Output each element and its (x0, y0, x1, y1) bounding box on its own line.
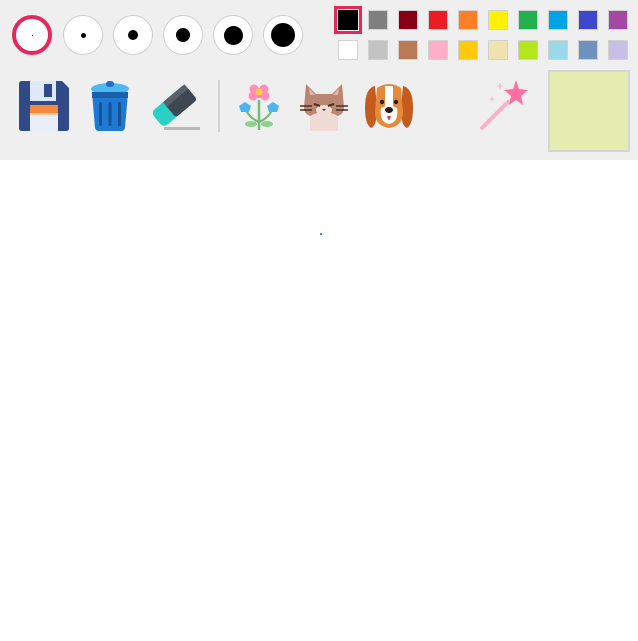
color-swatch[interactable] (548, 10, 568, 30)
cat-icon[interactable] (296, 78, 352, 134)
color-swatch[interactable] (578, 10, 598, 30)
color-swatch[interactable] (334, 6, 362, 34)
brush-dot (223, 25, 243, 45)
brush-dot (128, 30, 138, 40)
color-swatch[interactable] (338, 40, 358, 60)
brush-dot (271, 23, 295, 47)
brush-size-5[interactable] (213, 15, 253, 55)
brush-dot (31, 34, 33, 36)
magic-wand-icon[interactable] (474, 76, 530, 132)
paint-app (0, 0, 638, 641)
eraser-icon[interactable] (146, 78, 202, 134)
color-swatch[interactable] (608, 10, 628, 30)
color-swatch[interactable] (488, 10, 508, 30)
color-swatch[interactable] (398, 40, 418, 60)
color-swatch[interactable] (458, 40, 478, 60)
color-swatch[interactable] (578, 40, 598, 60)
brush-dot (80, 32, 86, 38)
trash-icon[interactable] (82, 78, 138, 134)
brush-size-4[interactable] (163, 15, 203, 55)
color-swatch[interactable] (458, 10, 478, 30)
color-swatch[interactable] (368, 40, 388, 60)
color-swatch[interactable] (428, 40, 448, 60)
brush-size-1[interactable] (12, 15, 52, 55)
brush-dot (176, 28, 190, 42)
color-swatch[interactable] (518, 10, 538, 30)
color-swatch[interactable] (608, 40, 628, 60)
save-icon[interactable] (16, 78, 72, 134)
brush-size-3[interactable] (113, 15, 153, 55)
toolbar-divider (218, 80, 220, 132)
flower-icon[interactable] (231, 78, 287, 134)
paint-speck (320, 233, 322, 235)
color-swatch[interactable] (548, 40, 568, 60)
brush-size-2[interactable] (63, 15, 103, 55)
color-swatch[interactable] (398, 10, 418, 30)
brush-size-6[interactable] (263, 15, 303, 55)
color-swatch[interactable] (488, 40, 508, 60)
color-swatch[interactable] (368, 10, 388, 30)
drawing-canvas[interactable] (0, 160, 638, 641)
toolbar (0, 0, 638, 160)
color-swatch[interactable] (518, 40, 538, 60)
dog-icon[interactable] (361, 78, 417, 134)
color-swatch[interactable] (428, 10, 448, 30)
color-preview (548, 70, 630, 152)
